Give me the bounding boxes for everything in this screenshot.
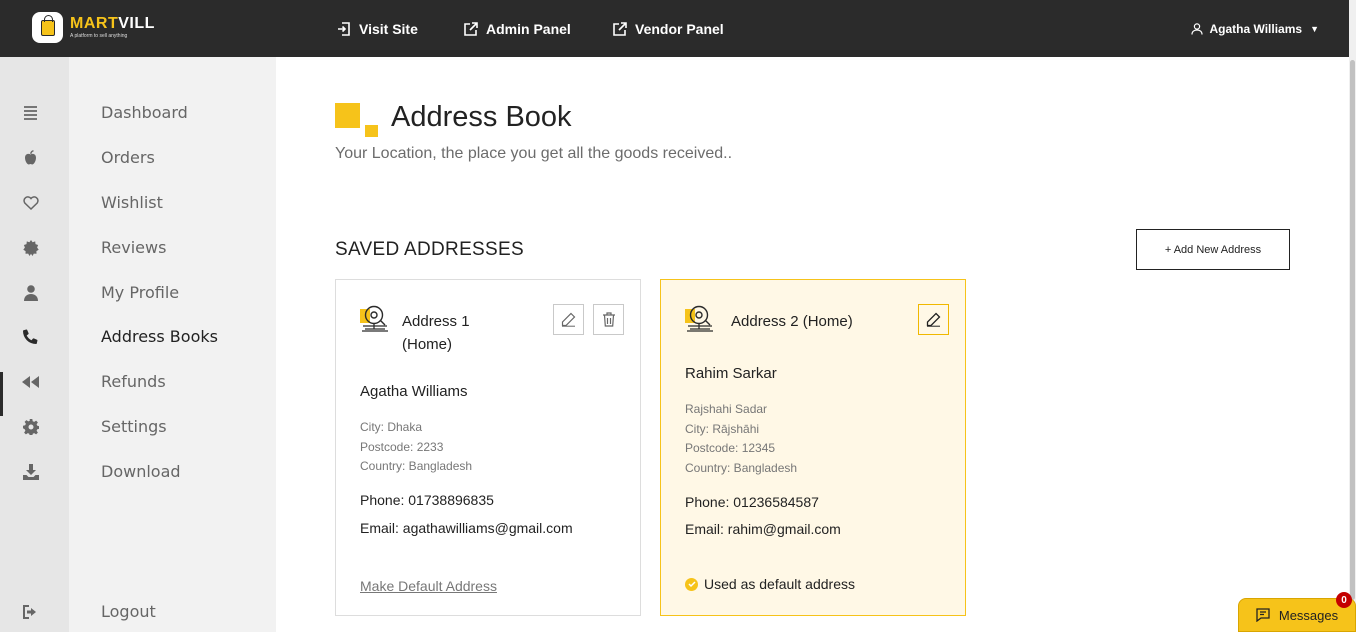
section-title: SAVED ADDRESSES <box>335 239 524 260</box>
default-address-note: Used as default address <box>685 576 855 592</box>
messages-button[interactable]: Messages 0 <box>1238 592 1356 632</box>
user-icon[interactable] <box>22 284 39 301</box>
address-title: Address 2 (Home) <box>731 313 853 330</box>
icon-rail <box>0 57 69 632</box>
sidebar-item-address-books[interactable]: Address Books <box>101 327 218 346</box>
sidebar-item-my-profile[interactable]: My Profile <box>101 283 179 302</box>
address-location-icon <box>685 305 713 332</box>
make-default-address-link[interactable]: Make Default Address <box>360 578 497 594</box>
brand-secondary: VILL <box>118 15 155 32</box>
address-postcode: Postcode: 2233 <box>360 439 444 454</box>
logout-icon[interactable] <box>22 603 39 620</box>
edit-address-button[interactable] <box>918 304 949 335</box>
external-link-icon <box>613 21 627 36</box>
external-link-icon <box>464 21 478 36</box>
address-card: Address 1 (Home) Agatha Williams City: D… <box>335 279 641 616</box>
address-contact-name: Agatha Williams <box>360 383 468 400</box>
address-details: Rajshahi Sadar City: Rājshāhi Postcode: … <box>685 400 797 478</box>
address-city: City: Dhaka <box>360 420 423 434</box>
address-contact-name: Rahim Sarkar <box>685 365 777 382</box>
scrollbar-thumb[interactable] <box>1350 60 1355 600</box>
address-area: Rajshahi Sadar <box>685 402 768 416</box>
address-title-line: (Home) <box>402 336 453 353</box>
nav-vendor-panel[interactable]: Vendor Panel <box>613 0 724 57</box>
address-title: Address 1 (Home) <box>402 310 470 356</box>
edit-icon <box>926 312 941 327</box>
page-subtitle: Your Location, the place you get all the… <box>335 145 733 162</box>
title-decoration <box>335 103 360 128</box>
shopping-bag-icon <box>40 14 55 36</box>
sidebar-menu: Dashboard Orders Wishlist Reviews My Pro… <box>69 57 276 632</box>
default-address-label: Used as default address <box>704 576 855 592</box>
address-city: City: Rājshāhi <box>685 421 760 436</box>
address-title-line: Address 1 <box>402 313 470 330</box>
add-new-address-button[interactable]: + Add New Address <box>1136 229 1290 270</box>
logo[interactable] <box>32 12 63 43</box>
address-country: Country: Bangladesh <box>360 459 473 473</box>
sidebar-item-settings[interactable]: Settings <box>101 417 167 436</box>
address-details: City: Dhaka Postcode: 2233 Country: Bang… <box>360 418 472 477</box>
top-bar: MARTVILL A platform to sell anything Vis… <box>0 0 1349 57</box>
scrollbar[interactable] <box>1349 0 1356 632</box>
user-name: Agatha Williams <box>1209 21 1303 36</box>
address-country: Country: Bangladesh <box>685 460 798 475</box>
address-postcode: Postcode: 12345 <box>685 441 776 455</box>
active-indicator <box>0 372 3 416</box>
chat-icon <box>1256 608 1270 622</box>
phone-icon[interactable] <box>22 328 39 345</box>
trash-icon <box>602 312 615 327</box>
badge-icon[interactable] <box>22 239 39 256</box>
enter-icon <box>338 21 350 36</box>
nav-label: Visit Site <box>359 20 418 37</box>
user-icon <box>1190 22 1203 35</box>
apple-icon[interactable] <box>22 149 39 166</box>
page-title: Address Book <box>391 101 572 133</box>
brand-primary: MART <box>70 15 119 32</box>
address-location-icon <box>360 305 388 332</box>
rewind-icon[interactable] <box>22 373 39 390</box>
check-circle-icon <box>685 577 698 591</box>
heart-icon[interactable] <box>22 194 39 211</box>
download-icon[interactable] <box>22 463 39 480</box>
edit-icon <box>561 312 576 327</box>
sidebar-item-download[interactable]: Download <box>101 462 181 481</box>
sidebar-item-dashboard[interactable]: Dashboard <box>101 103 188 122</box>
sidebar-item-wishlist[interactable]: Wishlist <box>101 193 163 212</box>
sidebar-item-reviews[interactable]: Reviews <box>101 238 166 257</box>
title-decoration <box>365 125 378 137</box>
list-icon[interactable] <box>22 104 39 121</box>
delete-address-button[interactable] <box>593 304 624 335</box>
user-menu[interactable]: Agatha Williams ▼ <box>1190 0 1319 57</box>
nav-visit-site[interactable]: Visit Site <box>337 0 418 57</box>
sidebar-item-orders[interactable]: Orders <box>101 148 155 167</box>
address-card-default: Address 2 (Home) Rahim Sarkar Rajshahi S… <box>660 279 966 616</box>
messages-count-badge: 0 <box>1336 592 1352 608</box>
sidebar-item-refunds[interactable]: Refunds <box>101 372 166 391</box>
brand-tagline: A platform to sell anything <box>70 33 128 39</box>
address-email: Email: rahim@gmail.com <box>685 521 841 537</box>
sidebar-item-logout[interactable]: Logout <box>101 602 156 621</box>
brand-name[interactable]: MARTVILL <box>70 15 155 33</box>
edit-address-button[interactable] <box>553 304 584 335</box>
nav-admin-panel[interactable]: Admin Panel <box>464 0 571 57</box>
gear-icon[interactable] <box>22 418 39 435</box>
nav-label: Vendor Panel <box>635 20 724 37</box>
nav-label: Admin Panel <box>486 20 571 37</box>
caret-down-icon: ▼ <box>1310 23 1319 34</box>
address-phone: Phone: 01236584587 <box>685 494 819 510</box>
messages-label: Messages <box>1278 607 1339 623</box>
address-email: Email: agathawilliams@gmail.com <box>360 520 573 536</box>
address-phone: Phone: 01738896835 <box>360 492 494 508</box>
